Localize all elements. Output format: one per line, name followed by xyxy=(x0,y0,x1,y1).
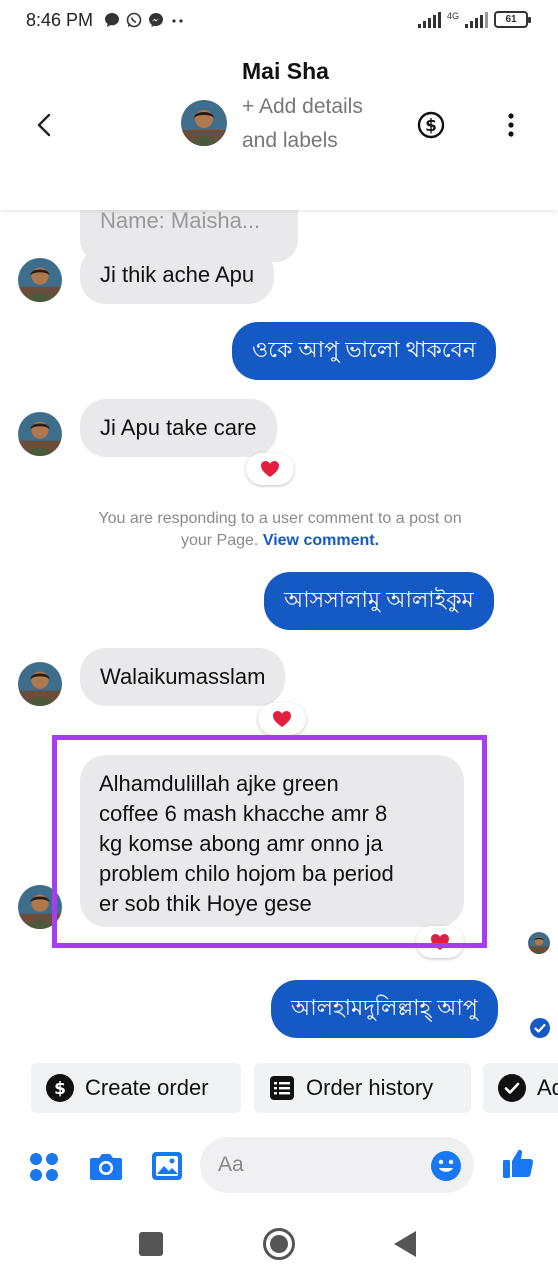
heart-icon xyxy=(273,711,291,727)
dollar-circle-icon: $ xyxy=(46,1074,74,1102)
conversation-header: Mai Sha + Add details and labels $ xyxy=(0,42,558,210)
dollar-icon[interactable]: $ xyxy=(416,110,446,140)
status-bar: 8:46 PM 4G 61 xyxy=(0,0,558,42)
message-thread[interactable]: Name: Maisha... Ji thik ache Apu ওকে আপু… xyxy=(0,210,558,1055)
sender-avatar xyxy=(18,662,62,706)
more-notifications-icon xyxy=(172,19,183,23)
sender-avatar xyxy=(18,412,62,456)
like-thumb-icon[interactable] xyxy=(500,1145,536,1181)
notification-icons xyxy=(104,12,186,28)
quick-actions-bar: $ Create order Order history Ad xyxy=(0,1063,558,1117)
outgoing-message[interactable]: আসসালামু আলাইকুম xyxy=(264,572,494,630)
list-icon xyxy=(270,1076,294,1100)
incoming-message[interactable]: Walaikumasslam xyxy=(80,648,286,706)
order-history-label: Order history xyxy=(306,1075,434,1100)
more-options-icon[interactable] xyxy=(500,110,522,140)
heart-reaction[interactable] xyxy=(246,453,294,485)
gallery-icon[interactable] xyxy=(150,1150,184,1182)
message-input-box[interactable] xyxy=(200,1137,474,1193)
incoming-message[interactable]: Ji Apu take care xyxy=(80,399,277,457)
back-nav-icon[interactable] xyxy=(392,1229,418,1259)
create-order-label: Create order xyxy=(85,1075,209,1100)
check-circle-icon xyxy=(498,1074,526,1102)
battery-icon: 61 xyxy=(494,11,531,28)
name-preview-text: Name: Maisha... xyxy=(100,210,261,233)
message-input[interactable] xyxy=(218,1137,428,1193)
camera-icon[interactable] xyxy=(88,1150,124,1182)
add-details-link[interactable]: + Add details and labels xyxy=(242,90,392,158)
create-order-button[interactable]: $ Create order xyxy=(31,1063,241,1113)
recent-apps-icon[interactable] xyxy=(138,1231,164,1257)
messenger-icon xyxy=(149,13,163,27)
outgoing-message[interactable]: আলহামদুলিল্লাহ্ আপু xyxy=(271,980,498,1038)
system-nav-bar xyxy=(0,1205,558,1280)
heart-icon xyxy=(261,461,279,477)
third-action-button[interactable]: Ad xyxy=(483,1063,558,1113)
chat-bubble-icon xyxy=(105,13,119,27)
sender-avatar xyxy=(18,258,62,302)
sent-check-icon xyxy=(530,1018,550,1038)
contact-name[interactable]: Mai Sha xyxy=(242,58,329,85)
emoji-icon[interactable] xyxy=(430,1150,462,1182)
system-indicators: 4G 61 xyxy=(417,10,531,28)
outgoing-message[interactable]: ওকে আপু ভালো থাকবেন xyxy=(232,322,496,380)
heart-reaction[interactable] xyxy=(258,703,306,735)
view-comment-link[interactable]: View comment. xyxy=(263,532,379,549)
third-action-label: Ad xyxy=(537,1075,558,1100)
contact-avatar[interactable] xyxy=(181,100,227,146)
message-composer xyxy=(0,1135,558,1197)
incoming-message[interactable]: Ji thik ache Apu xyxy=(80,246,275,304)
order-history-button[interactable]: Order history xyxy=(254,1063,471,1113)
svg-text:$: $ xyxy=(54,1079,66,1099)
whatsapp-icon xyxy=(126,12,142,28)
back-arrow-icon[interactable] xyxy=(30,110,60,140)
signal-icon xyxy=(417,11,441,28)
svg-text:$: $ xyxy=(425,116,437,136)
seen-avatar xyxy=(528,932,550,954)
page-comment-notice: You are responding to a user comment to … xyxy=(90,508,470,552)
apps-grid-icon[interactable] xyxy=(28,1151,60,1183)
highlight-box xyxy=(52,735,487,948)
home-icon[interactable] xyxy=(262,1227,296,1261)
status-time: 8:46 PM xyxy=(26,10,94,30)
signal-icon-2 xyxy=(465,11,488,28)
network-type: 4G xyxy=(446,10,459,21)
